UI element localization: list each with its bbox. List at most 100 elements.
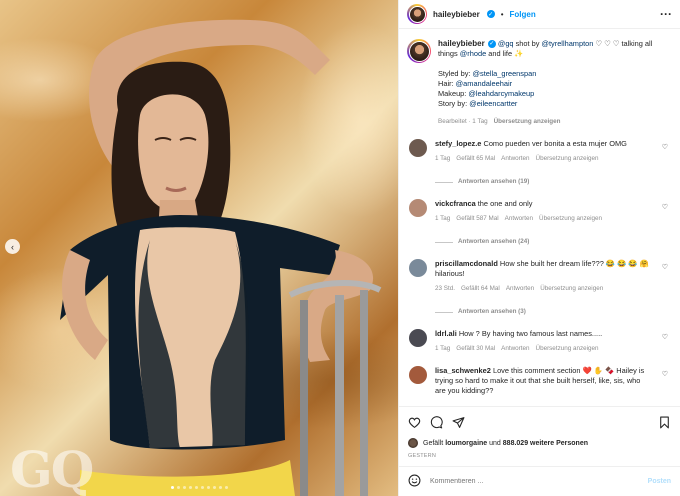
view-replies-label: Antworten ansehen (24) (458, 238, 530, 245)
previous-slide-button[interactable]: ‹ (5, 239, 20, 254)
model-photo (60, 19, 382, 496)
post-image[interactable]: GQ ‹ (0, 0, 398, 496)
comment-likes[interactable]: Gefällt 64 Mal (461, 284, 500, 294)
comment-translate-link[interactable]: Übersetzung anzeigen (536, 344, 599, 354)
caption-mention-photographer[interactable]: @tyrellhampton (541, 39, 593, 48)
slide-dot (218, 486, 222, 489)
comments-list: stefy_lopez.e Como pueden ver bonita a e… (407, 139, 670, 396)
comment-icon[interactable] (430, 415, 443, 429)
comment-like-heart-icon[interactable]: ♡ (662, 203, 668, 211)
caption-avatar[interactable] (407, 39, 431, 63)
credit-label: Story by: (438, 99, 470, 108)
likes-count[interactable]: 888.029 weitere Personen (503, 440, 588, 447)
credit-handle[interactable]: @stella_greenspan (473, 69, 537, 78)
slide-dot (176, 486, 180, 489)
comments-scroll-area[interactable]: haileybieber ✓ @gq shot by @tyrellhampto… (399, 29, 680, 406)
post-header: haileybieber ✓ • Folgen ··· (399, 0, 680, 29)
caption-mention-rhode[interactable]: @rhode (460, 49, 486, 58)
separator-dot: • (500, 9, 504, 19)
share-icon[interactable] (452, 416, 465, 429)
comment-like-heart-icon[interactable]: ♡ (662, 263, 668, 271)
likes-summary: Gefällt loumorgaine und 888.029 weitere … (399, 437, 680, 449)
comment-avatar[interactable] (409, 259, 427, 277)
comment-likes[interactable]: Gefällt 65 Mal (456, 154, 495, 164)
action-bar (399, 406, 680, 437)
verified-badge-icon: ✓ (486, 10, 495, 18)
chevron-left-icon: ‹ (11, 241, 14, 252)
view-replies-button[interactable]: Antworten ansehen (24) (435, 237, 652, 247)
slide-dot (170, 486, 174, 489)
heart-icon[interactable] (408, 416, 421, 429)
comment-avatar[interactable] (409, 366, 427, 384)
liker-username[interactable]: loumorgaine (445, 440, 487, 447)
view-replies-label: Antworten ansehen (3) (458, 308, 526, 315)
slide-dot (194, 486, 198, 489)
comment-username[interactable]: stefy_lopez.e (435, 139, 481, 148)
replies-line (435, 181, 453, 183)
comment-avatar[interactable] (409, 329, 427, 347)
comment-composer: Posten (399, 466, 680, 496)
comment-reply-button[interactable]: Antworten (501, 154, 529, 164)
comment-text: the one and only (477, 199, 533, 208)
comment-like-heart-icon[interactable]: ♡ (662, 370, 668, 378)
credit-handle[interactable]: @leahdarcymakeup (468, 89, 534, 98)
comment-username[interactable]: priscillamcdonald (435, 259, 498, 268)
likes-prefix: Gefällt (423, 439, 446, 447)
comment-translate-link[interactable]: Übersetzung anzeigen (540, 284, 603, 294)
slide-indicator (0, 486, 398, 489)
slide-dot (200, 486, 204, 489)
credit-handle[interactable]: @amandaleehair (456, 79, 512, 88)
comment-reply-button[interactable]: Antworten (506, 284, 534, 294)
verified-badge-icon: ✓ (487, 40, 496, 49)
replies-line (435, 311, 453, 313)
post-date: GESTERN (408, 453, 436, 459)
caption-edited: Bearbeitet · 1 Tag (438, 118, 488, 125)
slide-dot (212, 486, 216, 489)
comment-item: vickcfranca the one and only 1 Tag Gefäl… (407, 199, 670, 247)
slide-dot (224, 486, 228, 489)
caption-credits: Styled by: @stella_greenspan Hair: @aman… (438, 69, 670, 109)
comment-input[interactable] (430, 478, 639, 485)
bookmark-icon[interactable] (658, 416, 671, 429)
comment-like-heart-icon[interactable]: ♡ (662, 143, 668, 151)
comment-reply-button[interactable]: Antworten (501, 344, 529, 354)
caption-text: and life ✨ (486, 49, 524, 58)
caption-mention-gq[interactable]: @gq (498, 39, 514, 48)
view-replies-label: Antworten ansehen (19) (458, 178, 530, 185)
comment-meta: 23 Std. Gefällt 64 Mal Antworten Überset… (435, 284, 652, 294)
comment-username[interactable]: vickcfranca (435, 199, 476, 208)
slide-dot (182, 486, 186, 489)
likes-middle: und (487, 439, 503, 447)
comment-meta: 1 Tag Gefällt 30 Mal Antworten Übersetzu… (435, 344, 652, 354)
follow-button[interactable]: Folgen (510, 10, 536, 19)
author-username[interactable]: haileybieber (433, 10, 480, 19)
author-avatar[interactable] (407, 4, 427, 24)
liker-avatar[interactable] (408, 438, 418, 448)
comment-likes[interactable]: Gefällt 587 Mal (456, 214, 498, 224)
post-sidebar: haileybieber ✓ • Folgen ··· haileybieber… (398, 0, 680, 496)
view-replies-button[interactable]: Antworten ansehen (3) (435, 307, 652, 317)
comment-avatar[interactable] (409, 199, 427, 217)
slide-dot (188, 486, 192, 489)
emoji-icon[interactable] (408, 474, 421, 489)
comment-translate-link[interactable]: Übersetzung anzeigen (536, 154, 599, 164)
comment-reply-button[interactable]: Antworten (505, 214, 533, 224)
comment-username[interactable]: ldrl.ali (435, 329, 457, 338)
view-replies-button[interactable]: Antworten ansehen (19) (435, 177, 652, 187)
comment-likes[interactable]: Gefällt 30 Mal (456, 344, 495, 354)
caption-username[interactable]: haileybieber (438, 39, 485, 48)
caption-meta: Bearbeitet · 1 Tag Übersetzung anzeigen (438, 117, 670, 127)
comment-meta: 1 Tag Gefällt 587 Mal Antworten Übersetz… (435, 214, 652, 224)
comment-text: How ? By having two famous last names...… (458, 329, 603, 338)
more-options-icon[interactable]: ··· (660, 7, 672, 21)
credit-handle[interactable]: @eileencartter (469, 99, 517, 108)
slide-dot (206, 486, 210, 489)
comment-username[interactable]: lisa_schwenke2 (435, 366, 491, 375)
comment-item: priscillamcdonald How she built her drea… (407, 259, 670, 317)
comment-time: 23 Std. (435, 285, 455, 292)
comment-translate-link[interactable]: Übersetzung anzeigen (539, 214, 602, 224)
comment-avatar[interactable] (409, 139, 427, 157)
comment-like-heart-icon[interactable]: ♡ (662, 333, 668, 341)
caption-translate-link[interactable]: Übersetzung anzeigen (494, 117, 561, 127)
post-comment-button[interactable]: Posten (648, 478, 671, 485)
